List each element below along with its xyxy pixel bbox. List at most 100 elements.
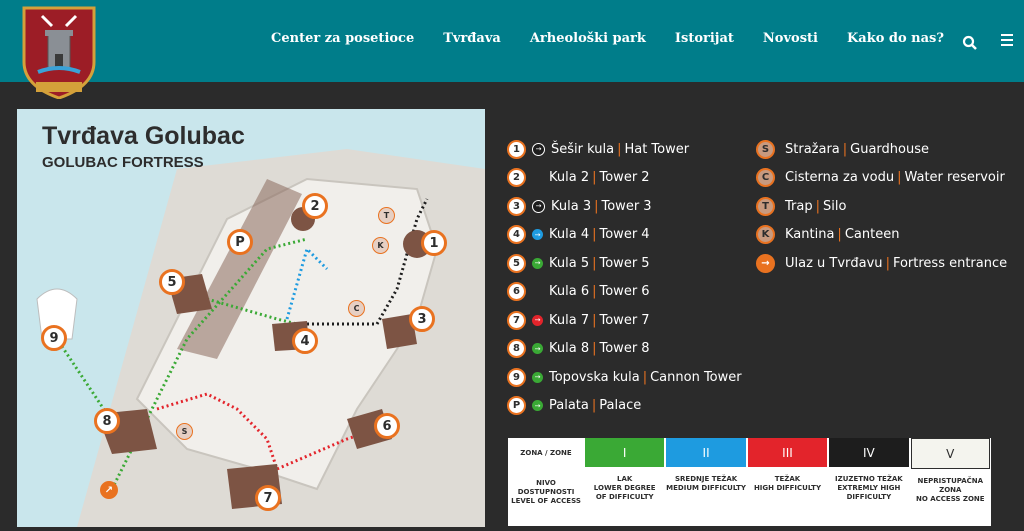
map-marker-7[interactable]: 7: [255, 485, 281, 511]
search-icon[interactable]: [962, 35, 978, 51]
map-marker-1[interactable]: 1: [421, 230, 447, 256]
legend-number-badge: P: [507, 396, 526, 416]
nav-link-news[interactable]: Novosti: [763, 31, 818, 46]
legend-number-badge: 1: [507, 139, 526, 159]
legend-name: Kula 3: [551, 198, 592, 214]
arrow-right-icon: →: [532, 229, 543, 241]
legend-name-en: Cannon Tower: [650, 369, 742, 385]
nav-link-fortress[interactable]: Tvrđava: [443, 31, 501, 46]
legend-item-tower-6[interactable]: 6 Kula 6 | Tower 6: [507, 278, 742, 307]
legend-item-guardhouse[interactable]: S Stražara | Guardhouse: [756, 135, 1007, 164]
access-level-label-en: LEVEL OF ACCESS: [511, 497, 581, 505]
map-marker-palace[interactable]: P: [227, 229, 253, 255]
zone-iii-description: TEŽAK HIGH DIFFICULTY: [753, 475, 822, 492]
legend-name: Kantina: [785, 227, 835, 243]
zone-ii-label: II: [666, 438, 746, 467]
legend-item-tower-4[interactable]: 4 → Kula 4 | Tower 4: [507, 221, 742, 250]
legend-name: Topovska kula: [549, 369, 640, 385]
map-marker-3[interactable]: 3: [409, 306, 435, 332]
top-navbar: Center za posetioce Tvrđava Arheološki p…: [0, 0, 1024, 100]
legend-name: Kula 5: [549, 255, 590, 271]
map-marker-canteen[interactable]: K: [372, 237, 389, 254]
nav-link-directions[interactable]: Kako do nas?: [847, 31, 944, 46]
legend-name: Ulaz u Tvrđavu: [785, 255, 883, 271]
zone-iv-column: IV IZUZETNO TEŽAK EXTREMLY HIGH DIFFICULTY: [828, 438, 909, 526]
legend-name-en: Tower 5: [599, 255, 650, 271]
map-marker-entrance[interactable]: ↗: [100, 481, 118, 499]
zone-ii-description: SREDNJE TEŽAK MEDIUM DIFFICULTY: [666, 475, 746, 492]
map-marker-guardhouse[interactable]: S: [176, 423, 193, 440]
legend-name-en: Canteen: [844, 227, 900, 243]
legend-towers: 1 → Šešir kula | Hat Tower 2 Kula 2 | Tower 2 3…: [507, 135, 742, 420]
legend-number-badge: 9: [507, 367, 526, 387]
arrow-right-icon: →: [532, 142, 545, 156]
legend-name-en: Hat Tower: [624, 141, 690, 157]
site-logo[interactable]: [18, 4, 100, 100]
legend-name-en: Tower 6: [599, 284, 650, 300]
legend-name: Kula 8: [549, 341, 590, 357]
nav-link-archaeological-park[interactable]: Arheološki park: [530, 31, 646, 46]
legend-item-tower-2[interactable]: 2 Kula 2 | Tower 2: [507, 164, 742, 193]
arrow-right-icon: →: [532, 314, 543, 326]
map-marker-4[interactable]: 4: [292, 328, 318, 354]
hamburger-menu-icon[interactable]: [1000, 32, 1014, 46]
legend-item-tower-7[interactable]: 7 → Kula 7 | Tower 7: [507, 306, 742, 335]
legend-item-canteen[interactable]: K Kantina | Canteen: [756, 221, 1007, 250]
nav-link-history[interactable]: Istorijat: [675, 31, 734, 46]
legend-name-en: Tower 7: [599, 312, 650, 328]
legend-name: Kula 4: [549, 227, 590, 243]
map-marker-silo[interactable]: T: [378, 207, 395, 224]
legend-item-hat-tower[interactable]: 1 → Šešir kula | Hat Tower: [507, 135, 742, 164]
legend-name-en: Tower 8: [599, 341, 650, 357]
arrow-right-icon: →: [532, 343, 543, 355]
arrow-right-icon: →: [532, 400, 543, 412]
legend-letter-badge: S: [756, 139, 775, 159]
legend-name-en: Tower 2: [599, 170, 650, 186]
legend-item-cannon-tower[interactable]: 9 → Topovska kula | Cannon Tower: [507, 363, 742, 392]
legend-number-badge: 2: [507, 168, 526, 188]
map-marker-9[interactable]: 9: [41, 325, 67, 351]
legend-number-badge: 5: [507, 253, 526, 273]
zone-v-label: V: [910, 438, 990, 469]
zone-i-column: I LAK LOWER DEGREE OF DIFFICULTY: [584, 438, 665, 526]
legend-name: Kula 6: [549, 284, 590, 300]
map-marker-8[interactable]: 8: [94, 408, 120, 434]
zone-iii-label: III: [747, 438, 828, 467]
legend-item-tower-5[interactable]: 5 → Kula 5 | Tower 5: [507, 249, 742, 278]
map-subtitle: GOLUBAC FORTRESS: [42, 154, 204, 171]
legend-item-silo[interactable]: T Trap | Silo: [756, 192, 1007, 221]
legend-name: Trap: [785, 198, 813, 214]
nav-link-visitor-center[interactable]: Center za posetioce: [271, 31, 414, 46]
legend-number-badge: 7: [507, 310, 526, 330]
legend-name-en: Tower 4: [599, 227, 650, 243]
legend-name: Cisterna za vodu: [785, 170, 895, 186]
legend-name-en: Fortress entrance: [892, 255, 1008, 271]
nav-links: Center za posetioce Tvrđava Arheološki p…: [271, 31, 944, 46]
access-level-label: NIVO DOSTUPNOSTI LEVEL OF ACCESS: [508, 479, 584, 506]
legend-name-en: Tower 3: [601, 198, 652, 214]
legend-number-badge: 6: [507, 282, 526, 302]
legend-item-tower-3[interactable]: 3 → Kula 3 | Tower 3: [507, 192, 742, 221]
legend-name-en: Guardhouse: [850, 141, 930, 157]
map-marker-5[interactable]: 5: [159, 269, 185, 295]
legend-name: Stražara: [785, 141, 840, 157]
legend-letter-badge: K: [756, 225, 775, 245]
legend-number-badge: 3: [507, 196, 526, 216]
difficulty-zones-table: ZONA / ZONE NIVO DOSTUPNOSTI LEVEL OF AC…: [508, 438, 991, 526]
zone-ii-column: II SREDNJE TEŽAK MEDIUM DIFFICULTY: [665, 438, 746, 526]
legend-name-en: Water reservoir: [904, 170, 1005, 186]
zone-iii-column: III TEŽAK HIGH DIFFICULTY: [747, 438, 828, 526]
legend-facilities: S Stražara | Guardhouse C Cisterna za vodu | W…: [756, 135, 1007, 278]
fortress-map: Tvrđava Golubac GOLUBAC FORTRESS 1 2 3 4…: [17, 109, 485, 527]
legend-item-water-reservoir[interactable]: C Cisterna za vodu | Water reservoir: [756, 164, 1007, 193]
legend-item-tower-8[interactable]: 8 → Kula 8 | Tower 8: [507, 335, 742, 364]
legend-name-en: Silo: [822, 198, 847, 214]
zone-iv-description: IZUZETNO TEŽAK EXTREMLY HIGH DIFFICULTY: [835, 475, 903, 501]
zone-iv-label: IV: [829, 438, 909, 467]
map-marker-6[interactable]: 6: [374, 413, 400, 439]
map-marker-water-reservoir[interactable]: C: [348, 300, 365, 317]
zones-row-header: ZONA / ZONE: [520, 448, 572, 457]
map-marker-2[interactable]: 2: [302, 193, 328, 219]
legend-item-palace[interactable]: P → Palata | Palace: [507, 392, 742, 421]
legend-item-entrance[interactable]: → Ulaz u Tvrđavu | Fortress entrance: [756, 249, 1007, 278]
